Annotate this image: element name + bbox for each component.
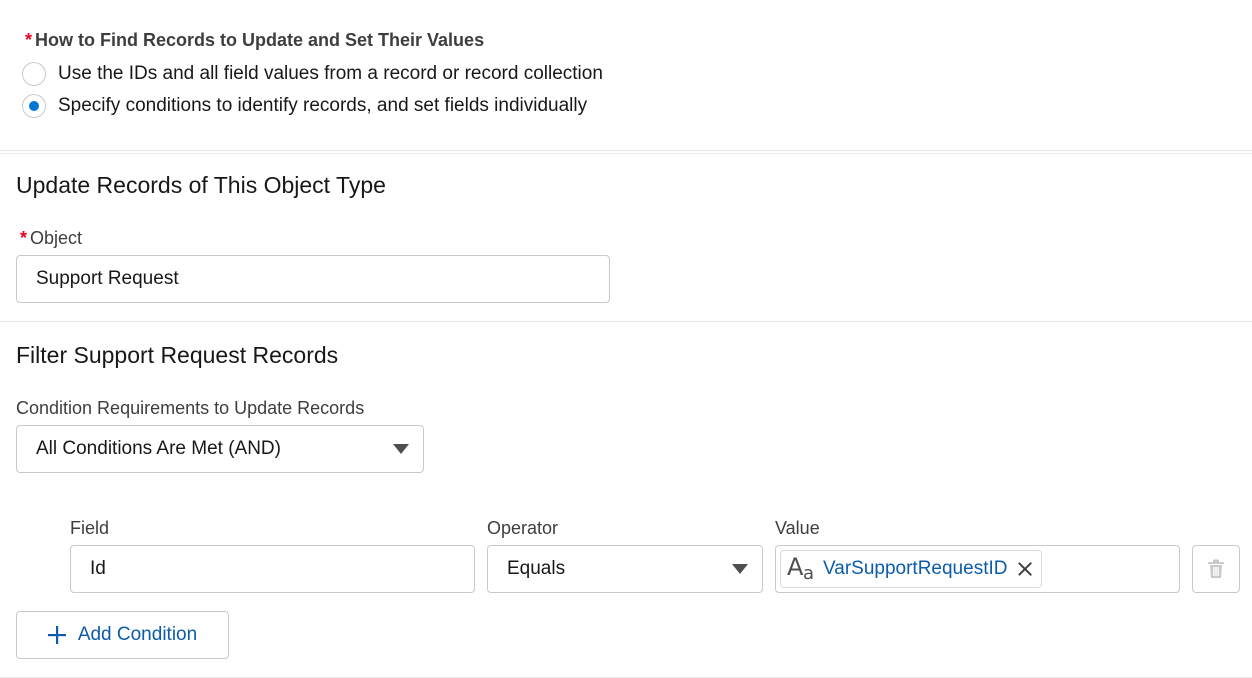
field-column-label: Field bbox=[70, 518, 110, 538]
section-divider bbox=[0, 153, 1252, 154]
radio-button-selected[interactable] bbox=[22, 94, 46, 118]
value-pill-label: VarSupportRequestID bbox=[823, 558, 1008, 579]
condition-requirements-label: Condition Requirements to Update Records bbox=[16, 398, 365, 418]
value-column-label: Value bbox=[775, 518, 820, 538]
radio-option-label: Use the IDs and all field values from a … bbox=[58, 63, 603, 84]
radio-option-record-ids[interactable]: Use the IDs and all field values from a … bbox=[22, 61, 603, 87]
value-resource-pill[interactable]: A a VarSupportRequestID bbox=[780, 550, 1043, 588]
filter-section-heading: Filter Support Request Records bbox=[16, 342, 339, 368]
condition-value-input[interactable]: A a VarSupportRequestID bbox=[775, 545, 1180, 593]
chevron-down-icon bbox=[393, 444, 409, 454]
close-icon[interactable] bbox=[1015, 559, 1035, 579]
update-records-panel: * How to Find Records to Update and Set T… bbox=[0, 0, 1252, 678]
object-input[interactable]: Support Request bbox=[16, 255, 610, 303]
required-marker: * bbox=[20, 228, 28, 248]
condition-operator-value: Equals bbox=[507, 558, 566, 579]
text-type-icon-glyph-lower: a bbox=[803, 563, 815, 584]
find-records-title: * How to Find Records to Update and Set T… bbox=[25, 30, 484, 51]
chevron-down-icon bbox=[732, 564, 748, 574]
find-records-title-text: How to Find Records to Update and Set Th… bbox=[35, 30, 485, 50]
add-condition-label: Add Condition bbox=[77, 624, 198, 645]
radio-selected-dot bbox=[29, 101, 39, 111]
condition-requirements-value: All Conditions Are Met (AND) bbox=[36, 438, 281, 459]
text-type-icon-glyph-upper: A bbox=[787, 553, 804, 581]
section-divider bbox=[0, 150, 1252, 151]
condition-requirements-select[interactable]: All Conditions Are Met (AND) bbox=[16, 425, 424, 473]
radio-option-specify-conditions[interactable]: Specify conditions to identify records, … bbox=[22, 93, 587, 119]
plus-icon bbox=[47, 626, 66, 644]
find-records-section: * How to Find Records to Update and Set T… bbox=[0, 0, 1252, 150]
object-label: * Object bbox=[20, 228, 82, 249]
trash-icon bbox=[1208, 559, 1224, 578]
radio-button-unselected[interactable] bbox=[22, 62, 46, 86]
object-section-heading: Update Records of This Object Type bbox=[16, 172, 386, 198]
delete-condition-button[interactable] bbox=[1192, 545, 1240, 593]
required-marker: * bbox=[25, 30, 33, 50]
operator-column-label: Operator bbox=[487, 518, 559, 538]
condition-operator-select[interactable]: Equals bbox=[487, 545, 763, 593]
object-input-value: Support Request bbox=[36, 268, 179, 289]
add-condition-button[interactable]: Add Condition bbox=[16, 611, 229, 659]
radio-option-label: Specify conditions to identify records, … bbox=[58, 95, 588, 116]
section-divider bbox=[0, 321, 1252, 322]
text-type-icon: A a bbox=[785, 554, 817, 584]
object-label-text: Object bbox=[30, 228, 83, 248]
condition-field-value: Id bbox=[90, 558, 106, 579]
condition-field-input[interactable]: Id bbox=[70, 545, 475, 593]
